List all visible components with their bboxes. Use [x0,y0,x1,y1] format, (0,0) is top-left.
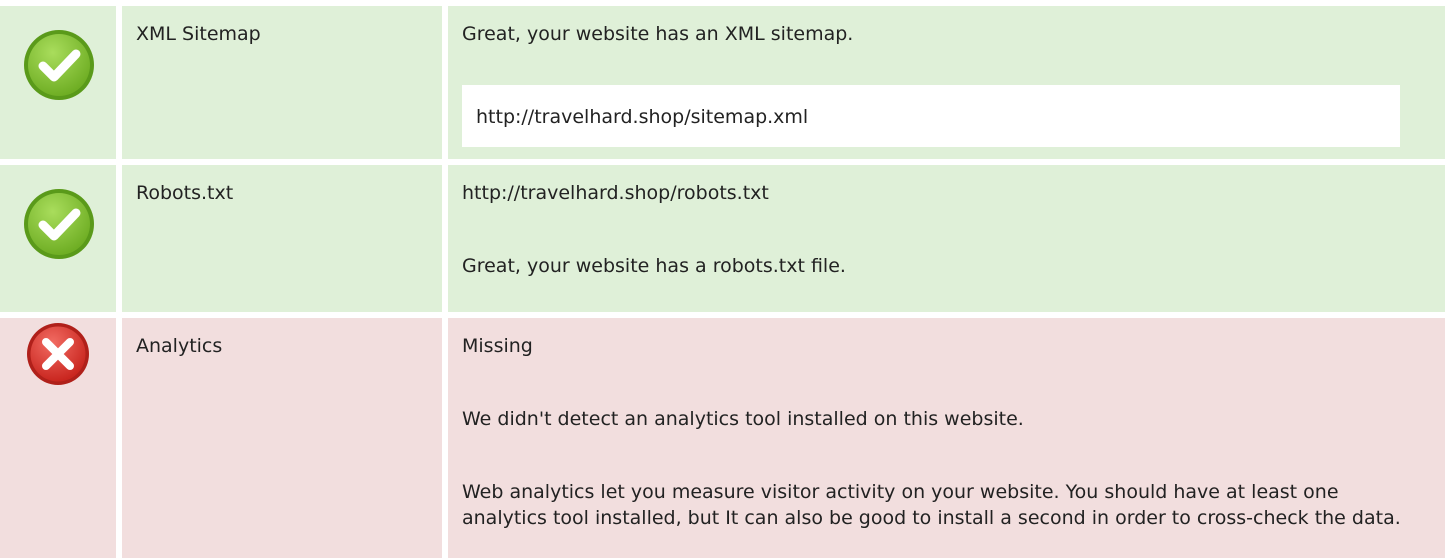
status-cell [0,6,116,159]
check-name: XML Sitemap [136,23,261,45]
check-message: Great, your website has an XML sitemap. [462,23,854,45]
check-message: Great, your website has a robots.txt fil… [462,255,846,277]
check-detail-cell: Missing We didn't detect an analytics to… [448,318,1445,558]
check-result: Missing [462,335,533,357]
check-name-cell: Robots.txt [122,165,442,312]
sitemap-url: http://travelhard.shop/sitemap.xml [462,85,1400,147]
check-row-analytics: Analytics Missing We didn't detect an an… [0,318,1445,558]
check-icon [22,28,96,102]
check-icon [22,187,96,261]
check-message: We didn't detect an analytics tool insta… [462,408,1024,430]
check-advice: Web analytics let you measure visitor ac… [462,481,1401,529]
check-name: Analytics [136,335,223,357]
check-row-robots-txt: Robots.txt http://travelhard.shop/robots… [0,165,1445,312]
seo-report: XML Sitemap Great, your website has an X… [0,0,1445,558]
status-cell [0,318,116,558]
check-name: Robots.txt [136,182,234,204]
check-detail-cell: Great, your website has an XML sitemap. … [448,6,1445,159]
cross-icon [25,321,91,387]
check-name-cell: Analytics [122,318,442,558]
status-cell [0,165,116,312]
check-name-cell: XML Sitemap [122,6,442,159]
check-row-xml-sitemap: XML Sitemap Great, your website has an X… [0,6,1445,159]
robots-url: http://travelhard.shop/robots.txt [462,182,769,204]
check-detail-cell: http://travelhard.shop/robots.txt Great,… [448,165,1445,312]
